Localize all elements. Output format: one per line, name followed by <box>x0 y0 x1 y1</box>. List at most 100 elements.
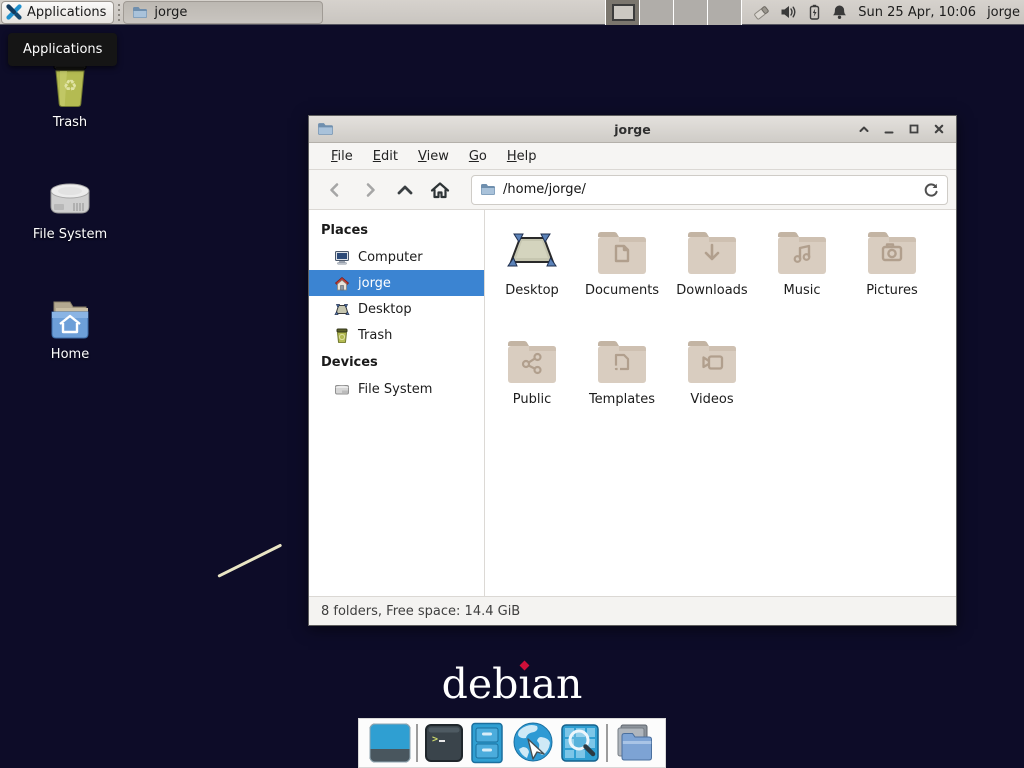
sidebar-item-label: jorge <box>358 276 391 291</box>
forward-icon[interactable] <box>352 174 387 206</box>
menu-view[interactable]: View <box>409 145 458 168</box>
menu-go[interactable]: Go <box>460 145 496 168</box>
panel-username[interactable]: jorge <box>987 5 1020 20</box>
bell-icon[interactable] <box>832 4 847 20</box>
window-content: Places Computer <box>309 210 956 596</box>
harddrive-icon <box>46 178 94 220</box>
sidebar-item-home[interactable]: jorge <box>309 270 484 296</box>
desktop-icon-label: Home <box>10 347 130 362</box>
svg-text:♻: ♻ <box>63 76 77 95</box>
workspace-1[interactable] <box>606 0 640 25</box>
tooltip-text: Applications <box>23 42 102 57</box>
templates-folder-icon <box>596 333 648 385</box>
folder-icon <box>480 183 496 196</box>
web-browser-icon[interactable] <box>511 721 555 765</box>
volume-icon[interactable] <box>780 4 797 20</box>
sidebar-item-filesystem[interactable]: File System <box>309 376 484 402</box>
applications-button[interactable]: Applications <box>1 1 114 24</box>
music-folder-icon <box>776 224 828 276</box>
desktop-icon-label: File System <box>10 227 130 242</box>
file-item-pictures[interactable]: Pictures <box>847 224 937 325</box>
public-folder-icon <box>506 333 558 385</box>
top-panel: Applications jorge <box>0 0 1024 25</box>
titlebar[interactable]: jorge <box>309 116 956 143</box>
sidebar-item-label: Computer <box>358 250 423 265</box>
maximize-icon[interactable] <box>905 120 923 138</box>
sidebar-item-desktop[interactable]: Desktop <box>309 296 484 322</box>
file-item-desktop[interactable]: Desktop <box>487 224 577 325</box>
workspace-2[interactable] <box>640 0 674 25</box>
menu-help[interactable]: Help <box>498 145 546 168</box>
file-item-music[interactable]: Music <box>757 224 847 325</box>
file-label: Pictures <box>866 283 917 298</box>
logo-dotless-i: ı <box>518 660 531 708</box>
file-label: Templates <box>589 392 655 407</box>
desktop-icon-label: Trash <box>10 115 130 130</box>
desktop-icon <box>334 302 350 317</box>
sidebar-places-header: Places <box>309 216 484 244</box>
menu-file[interactable]: File <box>322 145 362 168</box>
close-icon[interactable] <box>930 120 948 138</box>
file-label: Videos <box>690 392 733 407</box>
home-icon <box>334 276 350 291</box>
dock-panel: > <box>358 718 666 768</box>
debian-wordmark: debıan <box>0 660 1024 708</box>
eraser-icon[interactable] <box>753 4 770 21</box>
home-icon[interactable] <box>422 174 457 206</box>
dock-separator <box>416 724 418 762</box>
file-item-downloads[interactable]: Downloads <box>667 224 757 325</box>
back-icon[interactable] <box>317 174 352 206</box>
shade-icon[interactable] <box>855 120 873 138</box>
workspace-window-preview <box>612 4 635 21</box>
up-icon[interactable] <box>387 174 422 206</box>
menubar: File Edit View Go Help <box>309 143 956 170</box>
window-controls <box>855 120 948 138</box>
status-text: 8 folders, Free space: 14.4 GiB <box>321 604 520 619</box>
menu-edit[interactable]: Edit <box>364 145 407 168</box>
panel-clock[interactable]: Sun 25 Apr, 10:06 <box>858 5 976 20</box>
wallpaper-swirl-stroke <box>217 543 282 577</box>
window-folder-icon <box>317 122 334 136</box>
workspace-switcher[interactable] <box>605 0 742 25</box>
harddrive-icon <box>334 382 350 396</box>
terminal-icon[interactable]: > <box>424 723 464 763</box>
desktop-icon-trash[interactable]: ♻ Trash <box>10 58 130 130</box>
sidebar-item-trash[interactable]: Trash <box>309 322 484 348</box>
taskbar-window-button[interactable]: jorge <box>123 1 323 24</box>
logo-part3: an <box>532 660 583 708</box>
show-desktop-icon[interactable] <box>369 723 411 763</box>
app-finder-icon[interactable] <box>560 723 600 763</box>
location-bar[interactable]: /home/jorge/ <box>471 175 948 205</box>
statusbar: 8 folders, Free space: 14.4 GiB <box>309 596 956 625</box>
system-tray <box>753 4 847 21</box>
sidebar-item-computer[interactable]: Computer <box>309 244 484 270</box>
file-cabinet-icon[interactable] <box>469 722 505 764</box>
workspace-3[interactable] <box>674 0 708 25</box>
workspace-4[interactable] <box>708 0 742 25</box>
file-item-public[interactable]: Public <box>487 333 577 434</box>
svg-text:>: > <box>432 734 438 745</box>
panel-right: Sun 25 Apr, 10:06 jorge <box>605 0 1020 25</box>
battery-icon[interactable] <box>807 4 822 20</box>
sidebar-devices-header: Devices <box>309 348 484 376</box>
file-item-videos[interactable]: Videos <box>667 333 757 434</box>
desktop-icon-filesystem[interactable]: File System <box>10 178 130 242</box>
file-label: Downloads <box>676 283 747 298</box>
reload-icon[interactable] <box>923 182 939 198</box>
minimize-icon[interactable] <box>880 120 898 138</box>
file-item-templates[interactable]: Templates <box>577 333 667 434</box>
computer-icon <box>334 250 350 265</box>
sidebar-item-label: Desktop <box>358 302 412 317</box>
panel-handle[interactable] <box>116 4 121 21</box>
file-view: Desktop Documents <box>485 210 956 596</box>
folder-stack-icon[interactable] <box>613 722 655 764</box>
applications-label: Applications <box>27 5 106 20</box>
folder-icon <box>132 6 148 19</box>
file-manager-window: jorge File Edit View Go Help <box>308 115 957 626</box>
desktop-icon-home[interactable]: Home <box>10 296 130 362</box>
file-label: Desktop <box>505 283 559 298</box>
videos-folder-icon <box>686 333 738 385</box>
file-item-documents[interactable]: Documents <box>577 224 667 325</box>
location-path[interactable]: /home/jorge/ <box>503 182 916 197</box>
downloads-folder-icon <box>686 224 738 276</box>
